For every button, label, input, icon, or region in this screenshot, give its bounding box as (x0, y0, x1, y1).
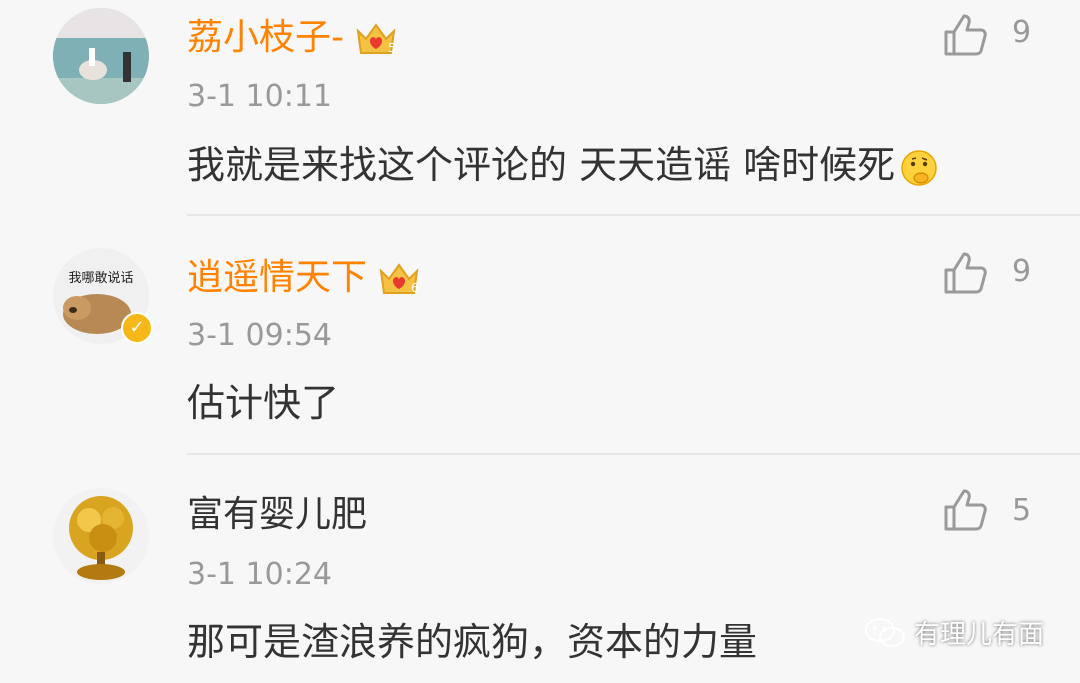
comment-text: 估计快了 (187, 381, 340, 425)
thumbs-up-icon[interactable] (940, 10, 990, 60)
username[interactable]: 富有婴儿肥 (187, 495, 367, 535)
svg-text:5: 5 (388, 41, 396, 55)
comment-text: 我就是来找这个评论的 天天造谣 啥时候死 (187, 143, 939, 188)
like-count: 9 (1012, 15, 1032, 50)
avatar[interactable] (53, 488, 149, 584)
like-count: 9 (1012, 254, 1032, 289)
comment-text: 那可是渣浪养的疯狗，资本的力量 (187, 620, 758, 664)
username[interactable]: 荔小枝子- 5 (187, 18, 398, 59)
username[interactable]: 逍遥情天下 6 (187, 258, 421, 299)
thinking-emoji (901, 149, 937, 186)
watermark-text: 有理儿有面 (913, 620, 1044, 650)
vip-crown-icon: 6 (379, 263, 419, 295)
wechat-icon (864, 617, 905, 647)
avatar-caption: 我哪敢说话 (68, 271, 133, 286)
verified-badge-icon: ✓ (121, 312, 153, 344)
comment-time: 3-1 10:24 (187, 557, 332, 592)
svg-text:6: 6 (411, 281, 419, 295)
comment-item: 荔小枝子- 5 3-1 10:11 我就是来找这个评论的 天天造谣 啥时候死 9 (0, 0, 1080, 215)
watermark: 有理儿有面 (864, 614, 1044, 651)
avatar[interactable] (53, 8, 149, 104)
vip-crown-icon: 5 (356, 23, 396, 55)
thumbs-up-icon[interactable] (940, 248, 990, 298)
comment-time: 3-1 10:11 (187, 79, 332, 114)
like-count: 5 (1012, 493, 1032, 528)
comment-time: 3-1 09:54 (187, 318, 332, 353)
comment-item: 我哪敢说话 ✓ 逍遥情天下 6 3-1 09:54 估计快了 9 (0, 216, 1080, 454)
thumbs-up-icon[interactable] (940, 485, 990, 535)
